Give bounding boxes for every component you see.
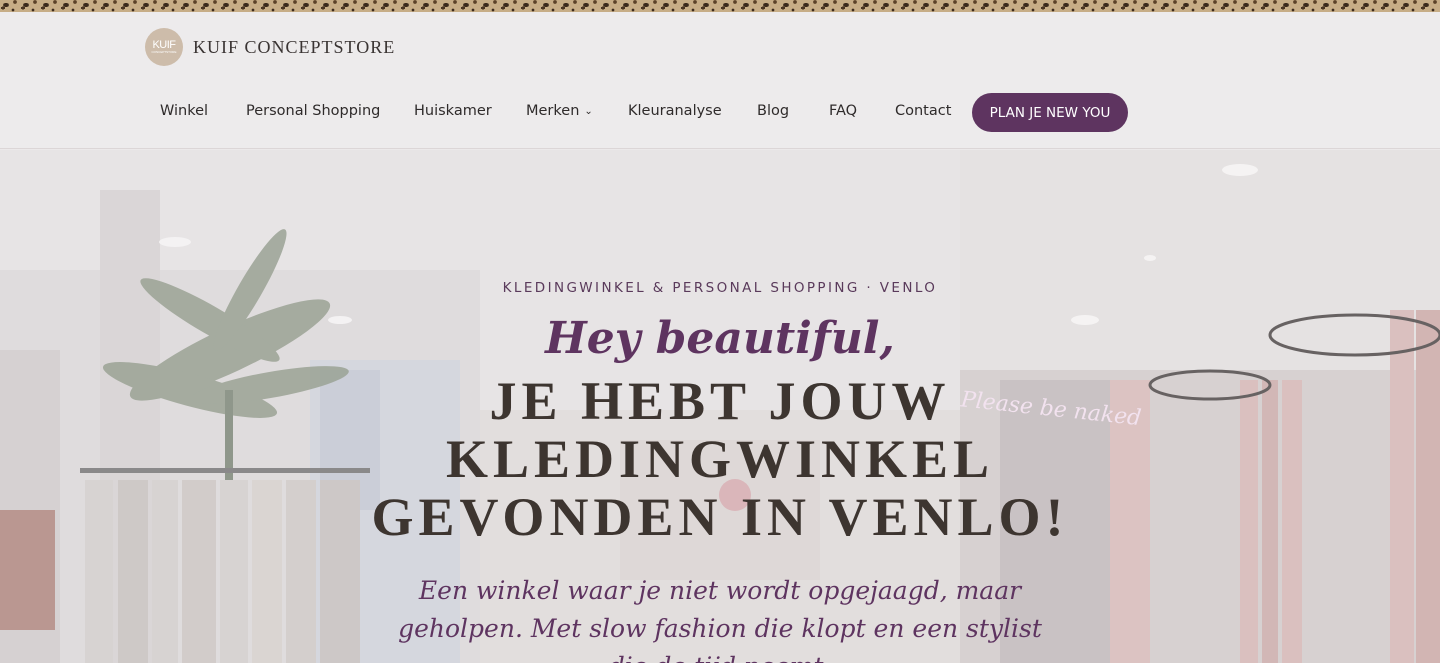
hero-headline: JE HEBT JOUW KLEDINGWINKEL GEVONDEN IN V… [0,372,1440,546]
site-header: KUIF CONCEPTSTORE KUIF CONCEPTSTORE Wink… [0,12,1440,149]
hero-headline-line: KLEDINGWINKEL [445,429,995,489]
chevron-down-icon: ⌄ [584,106,593,117]
main-nav: Winkel Personal Shopping Huiskamer Merke… [0,12,1440,149]
nav-item-contact[interactable]: Contact [895,103,951,119]
plan-je-new-you-button[interactable]: PLAN JE NEW YOU [972,93,1128,132]
hero-headline-line: GEVONDEN IN VENLO! [371,487,1069,547]
hero-headline-line: JE HEBT JOUW [489,371,951,431]
nav-item-kleuranalyse[interactable]: Kleuranalyse [628,103,722,119]
nav-item-winkel[interactable]: Winkel [160,103,208,119]
hero-section: Please be naked KLEDINGWINKEL & PERSONAL… [0,150,1440,663]
hero-subtext: Een winkel waar je niet wordt opgejaagd,… [398,576,1042,663]
nav-item-personal-shopping[interactable]: Personal Shopping [246,103,380,119]
nav-item-faq[interactable]: FAQ [829,103,857,119]
nav-item-merken-label: Merken [526,103,580,119]
leopard-pattern-strip [0,0,1440,12]
hero-eyebrow: KLEDINGWINKEL & PERSONAL SHOPPING · VENL… [502,280,938,296]
nav-item-huiskamer[interactable]: Huiskamer [414,103,492,119]
nav-item-merken[interactable]: Merken ⌄ [526,103,593,119]
hero-greeting: Hey beautiful, [545,313,895,364]
nav-item-blog[interactable]: Blog [757,103,789,119]
